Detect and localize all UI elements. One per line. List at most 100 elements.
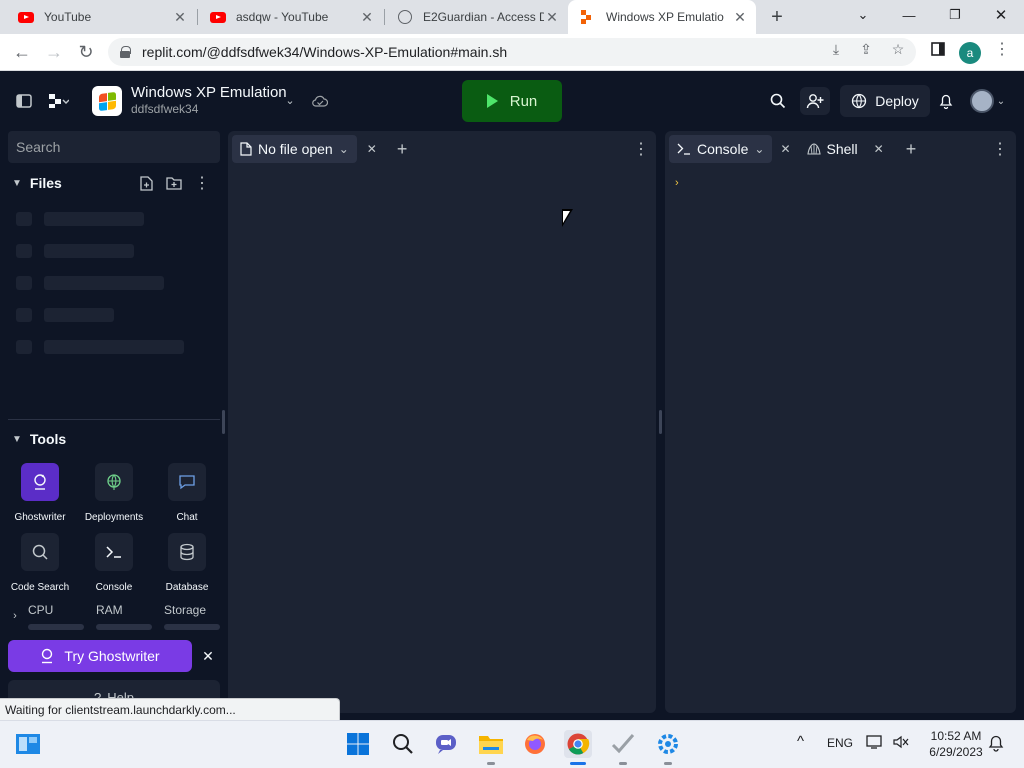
clock-date: 6/29/2023 (929, 745, 983, 759)
browser-tab-e2guardian[interactable]: E2Guardian - Access D ✕ (385, 0, 568, 34)
files-menu-icon[interactable]: ⋮ (193, 174, 211, 192)
address-bar[interactable]: replit.com/@ddfsdfwek34/Windows-XP-Emula… (108, 38, 916, 66)
forward-icon[interactable]: → (42, 40, 66, 64)
tool-database[interactable]: Database (151, 533, 223, 593)
sidebar-resize-handle[interactable] (222, 410, 225, 434)
search-input[interactable]: Search (8, 131, 220, 163)
chevron-right-icon[interactable]: › (9, 609, 21, 623)
database-icon (168, 533, 206, 571)
network-icon[interactable] (866, 734, 884, 753)
sidebar-toggle-icon[interactable] (14, 91, 34, 111)
share-icon[interactable]: ⇪ (856, 40, 876, 58)
side-panel-icon[interactable] (928, 40, 948, 58)
add-tab-icon[interactable]: + (397, 139, 408, 160)
search-icon[interactable] (768, 91, 788, 111)
close-icon[interactable]: ✕ (874, 142, 884, 156)
sidebar-divider[interactable] (8, 419, 220, 420)
teams-chat-icon[interactable] (432, 730, 460, 758)
browser-tab-asdqw[interactable]: asdqw - YouTube ✕ (198, 0, 383, 34)
editor-pane[interactable] (228, 131, 656, 713)
chevron-down-icon: ⌄ (754, 142, 765, 156)
add-tab-icon[interactable]: + (906, 139, 917, 160)
tab-shell[interactable]: Shell (799, 135, 866, 163)
firefox-icon[interactable] (521, 730, 549, 758)
file-skeleton (16, 340, 32, 354)
tab-title: E2Guardian - Access D (423, 10, 544, 24)
profile-avatar[interactable]: a (959, 42, 981, 64)
search-icon (21, 533, 59, 571)
tool-code-search[interactable]: Code Search (4, 533, 76, 593)
pane-menu-icon[interactable]: ⋮ (992, 140, 1008, 158)
file-explorer-icon[interactable] (477, 730, 505, 758)
close-icon[interactable]: ✕ (172, 9, 188, 25)
close-icon[interactable]: ✕ (367, 142, 377, 156)
invite-user-icon[interactable] (800, 87, 830, 115)
chrome-icon[interactable] (564, 730, 592, 758)
restore-button[interactable]: ❐ (932, 0, 978, 30)
app-gear-icon[interactable] (654, 730, 682, 758)
pane-resize-handle[interactable] (659, 410, 662, 434)
bookmark-star-icon[interactable]: ☆ (888, 40, 908, 58)
notification-icon[interactable] (987, 734, 1005, 755)
file-skeleton (16, 308, 32, 322)
new-file-icon[interactable] (137, 174, 155, 192)
taskbar-clock[interactable]: 10:52 AM 6/29/2023 (918, 728, 994, 760)
file-icon (240, 142, 252, 156)
chat-icon (168, 463, 206, 501)
new-tab-button[interactable]: + (766, 6, 788, 28)
editor-tab[interactable]: No file open ⌄ (232, 135, 357, 163)
project-name[interactable]: Windows XP Emulation (131, 84, 287, 101)
cloud-check-icon[interactable] (310, 92, 330, 110)
try-ghostwriter-button[interactable]: Try Ghostwriter (8, 640, 192, 672)
chevron-down-icon[interactable]: ⌄ (996, 94, 1006, 108)
replit-logo-icon[interactable] (46, 91, 70, 111)
deploy-button[interactable]: Deploy (840, 85, 930, 117)
browser-tab-replit[interactable]: Windows XP Emulatio ✕ (568, 0, 756, 34)
tool-deployments[interactable]: Deployments (78, 463, 150, 523)
tools-section-header[interactable]: ▼ Tools (12, 431, 66, 447)
search-icon[interactable] (389, 730, 417, 758)
input-language[interactable]: ENG (827, 736, 853, 750)
shell-icon (806, 143, 821, 155)
close-icon[interactable]: ✕ (544, 9, 560, 25)
browser-tab-youtube[interactable]: YouTube ✕ (6, 0, 196, 34)
active-indicator (570, 762, 586, 765)
tool-ghostwriter[interactable]: Ghostwriter (4, 463, 76, 523)
globe-icon (397, 9, 413, 25)
back-icon[interactable]: ← (10, 40, 34, 64)
terminal-icon (677, 143, 691, 155)
chevron-down-icon: ⌄ (338, 142, 349, 156)
close-window-button[interactable]: ✕ (978, 0, 1024, 30)
files-section-header[interactable]: ▼ Files (12, 175, 62, 191)
bell-icon[interactable] (936, 91, 956, 111)
new-folder-icon[interactable] (165, 174, 183, 192)
windows-start-icon[interactable] (344, 730, 372, 758)
console-pane[interactable] (665, 131, 1016, 713)
volume-muted-icon[interactable] (892, 734, 910, 753)
ram-label: RAM (96, 603, 123, 617)
play-icon (486, 94, 498, 108)
minimize-button[interactable]: — (886, 0, 932, 30)
run-button[interactable]: Run (462, 80, 562, 122)
install-app-icon[interactable]: ⤓ (826, 40, 846, 58)
project-logo (92, 86, 122, 116)
tool-console[interactable]: Console (78, 533, 150, 593)
reload-icon[interactable]: ↻ (74, 40, 98, 64)
running-indicator (487, 762, 495, 765)
menu-kebab-icon[interactable]: ⋮ (992, 40, 1012, 58)
deploy-label: Deploy (875, 93, 919, 109)
tasks-check-icon[interactable] (609, 730, 637, 758)
tab-search-icon[interactable]: ⌄ (840, 0, 886, 30)
chevron-down-icon[interactable]: ⌄ (282, 92, 298, 108)
chevron-up-icon[interactable]: ^ (797, 733, 804, 750)
close-icon[interactable]: ✕ (732, 9, 748, 25)
pane-menu-icon[interactable]: ⋮ (633, 140, 649, 158)
task-view-widget-icon[interactable] (14, 730, 42, 758)
tool-chat[interactable]: Chat (151, 463, 223, 523)
user-avatar[interactable] (970, 89, 994, 113)
close-icon[interactable]: ✕ (780, 142, 790, 156)
close-icon[interactable]: ✕ (200, 648, 216, 664)
file-skeleton (44, 244, 134, 258)
close-icon[interactable]: ✕ (359, 9, 375, 25)
tab-console[interactable]: Console ⌄ (669, 135, 773, 163)
